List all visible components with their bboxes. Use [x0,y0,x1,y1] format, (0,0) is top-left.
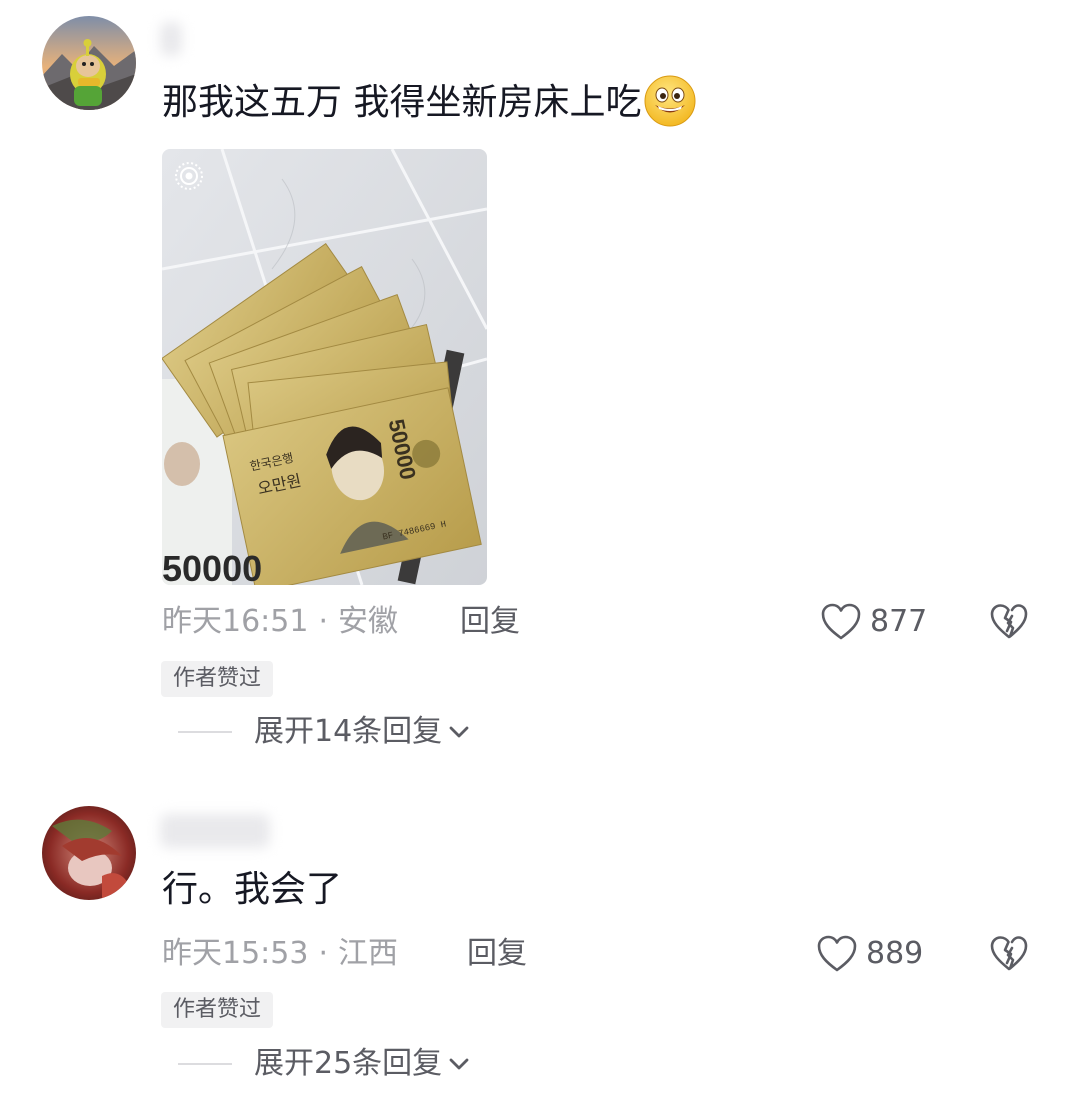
username-blurred[interactable] [160,814,270,848]
comment-item: 行。我会了 昨天15:53 · 江西 回复 889 作者赞过 展开25条回复 [0,790,1079,1106]
comment-text-content: 行。我会了 [162,869,343,910]
live-photo-icon[interactable] [174,161,204,191]
comment-meta: 昨天16:51 · 安徽 [162,600,398,644]
reply-button[interactable]: 回复 [467,932,527,976]
like-button[interactable]: 889 [816,932,923,976]
comment-time: 昨天15:53 [162,936,309,971]
avatar[interactable] [42,806,136,900]
chevron-down-icon [449,726,469,738]
expand-replies-button[interactable]: 展开14条回复 [178,710,474,754]
like-count: 889 [866,936,924,971]
svg-text:50000: 50000 [162,548,262,585]
comment-text: 行。我会了 [162,868,342,912]
username-blurred[interactable] [160,22,182,56]
like-count: 877 [870,604,928,639]
comment-item: 那我这五万 我得坐新房床上吃 50000 한국은행 오만원 BF 7486669… [0,0,1079,760]
comment-time: 昨天16:51 [162,604,309,639]
comment-text-content: 那我这五万 我得坐新房床上吃 [162,82,642,123]
heart-outline-icon [817,935,857,972]
chevron-down-icon [449,1058,469,1070]
author-liked-badge: 作者赞过 [161,661,274,697]
comment-text: 那我这五万 我得坐新房床上吃 [162,75,697,128]
like-button[interactable]: 877 [820,600,927,644]
meta-separator: · [318,936,329,971]
expand-replies-label: 展开14条回复 [254,714,443,749]
comment-meta: 昨天15:53 · 江西 [162,932,398,976]
heart-outline-icon [821,603,861,640]
broken-heart-icon[interactable] [989,934,1029,974]
meta-separator: · [318,604,329,639]
comment-location: 安徽 [338,604,399,639]
grin-face-emoji-icon [643,74,697,128]
expand-replies-button[interactable]: 展开25条回复 [178,1042,474,1086]
broken-heart-icon[interactable] [989,602,1029,642]
avatar[interactable] [42,16,136,110]
comment-location: 江西 [338,936,399,971]
author-liked-badge: 作者赞过 [161,992,274,1028]
expand-divider [178,1063,232,1065]
expand-divider [178,731,232,733]
expand-replies-label: 展开25条回复 [254,1046,443,1081]
reply-button[interactable]: 回复 [460,600,520,644]
attached-image[interactable]: 50000 한국은행 오만원 BF 7486669 H 50000 [162,149,487,585]
